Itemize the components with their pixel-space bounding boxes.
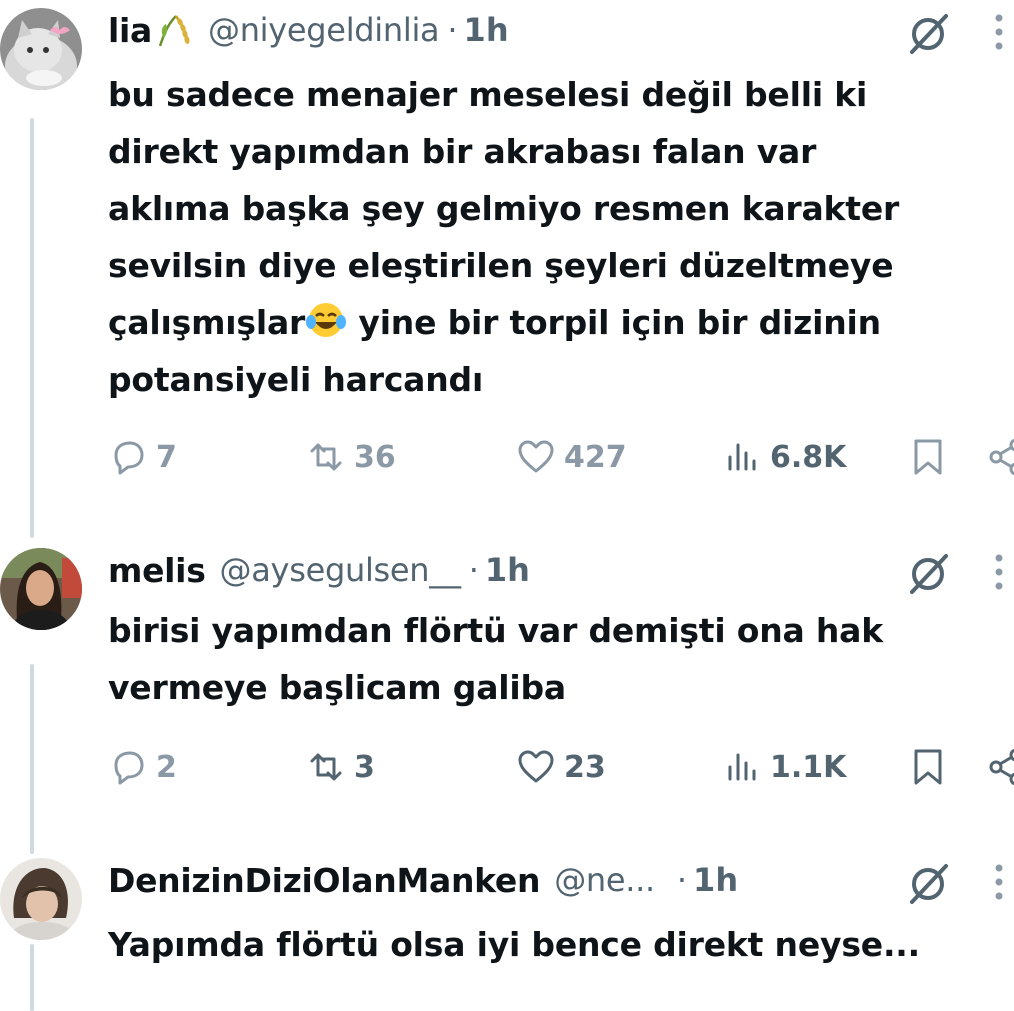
like-count: 427 <box>564 439 627 475</box>
tweet-header: melis @aysegulsen__ · 1h <box>108 548 1014 592</box>
tweet-text: birisi yapımdan flörtü var demişti ona h… <box>108 602 1004 716</box>
tweet-text: bu sadece menajer meselesi değil belli k… <box>108 66 1004 408</box>
view-count: 6.8K <box>770 439 847 475</box>
thread-line <box>30 664 34 854</box>
text-line: sevilsin diye eleştirilen şeyleri düzelt… <box>108 246 894 285</box>
text-line: çalışmışlar yine bir torpil için bir diz… <box>108 294 1004 351</box>
separator-dot: · <box>468 551 479 589</box>
text-segment: yine bir torpil için bir dizinin <box>347 303 881 342</box>
tweet-header: lia @niyegeldinlia · 1h <box>108 8 1014 52</box>
avatar[interactable] <box>0 548 82 630</box>
text-line: bu sadece menajer meselesi değil belli k… <box>108 75 868 114</box>
separator-dot: · <box>447 11 458 49</box>
repost-icon <box>310 443 342 471</box>
timestamp[interactable]: 1h <box>485 551 530 589</box>
person-avatar-image <box>0 858 82 940</box>
bookmark-icon[interactable] <box>908 437 948 477</box>
person-avatar-image <box>0 548 82 630</box>
more-vertical-icon[interactable] <box>984 10 1014 54</box>
tweet-text: Yapımda flörtü olsa iyi bence direkt ney… <box>108 916 1004 973</box>
text-segment: çalışmışlar <box>108 303 306 342</box>
share-icon[interactable] <box>986 747 1014 787</box>
text-line: aklıma başka şey gelmiyo resmen karakter <box>108 189 900 228</box>
tweet-actions: 7 36 427 6.8K <box>108 432 1014 482</box>
views-button[interactable]: 6.8K <box>722 432 846 482</box>
like-button[interactable]: 427 <box>516 432 627 482</box>
thread-line <box>30 118 34 538</box>
cat-avatar-image <box>0 8 82 90</box>
views-icon <box>728 443 756 471</box>
reply-button[interactable]: 7 <box>108 432 177 482</box>
repost-button[interactable]: 36 <box>306 432 396 482</box>
thread-line <box>30 944 34 1011</box>
repost-button[interactable]: 3 <box>306 742 375 792</box>
reply-button[interactable]: 2 <box>108 742 177 792</box>
reply-count: 2 <box>156 749 177 785</box>
more-vertical-icon[interactable] <box>984 860 1014 904</box>
separator-dot: · <box>676 861 688 899</box>
text-line: direkt yapımdan bir akrabası falan var <box>108 132 817 171</box>
reply-count: 7 <box>156 439 177 475</box>
repost-icon <box>310 753 342 781</box>
like-button[interactable]: 23 <box>516 742 606 792</box>
tweet-header: DenizinDiziOlanManken @ne... · 1h <box>108 858 1014 902</box>
display-name[interactable]: melis <box>108 551 206 590</box>
text-line: Yapımda flörtü olsa iyi bence direkt ney… <box>108 925 920 964</box>
heart-icon <box>518 440 554 473</box>
like-count: 23 <box>564 749 606 785</box>
timestamp[interactable]: 1h <box>693 861 738 899</box>
views-icon <box>728 753 756 781</box>
repost-count: 3 <box>354 749 375 785</box>
username-handle[interactable]: @ne... <box>554 861 655 899</box>
view-count: 1.1K <box>770 749 847 785</box>
avatar[interactable] <box>0 858 82 940</box>
text-line: potansiyeli harcandı <box>108 360 484 399</box>
heart-icon <box>518 750 554 783</box>
username-handle[interactable]: @aysegulsen__ <box>220 551 461 589</box>
repost-count: 36 <box>354 439 396 475</box>
reply-icon <box>114 441 144 475</box>
grok-icon[interactable] <box>906 552 950 596</box>
more-vertical-icon[interactable] <box>984 550 1014 594</box>
text-line: birisi yapımdan flörtü var demişti ona h… <box>108 611 883 650</box>
grok-icon[interactable] <box>906 12 950 56</box>
grok-icon[interactable] <box>906 862 950 906</box>
share-icon[interactable] <box>986 437 1014 477</box>
rice-leaf-icon <box>154 12 194 48</box>
timestamp[interactable]: 1h <box>464 11 509 49</box>
reply-icon <box>114 751 144 785</box>
bookmark-icon[interactable] <box>908 747 948 787</box>
tweet-actions: 2 3 23 1.1K <box>108 742 1014 792</box>
username-handle[interactable]: @niyegeldinlia <box>208 11 440 49</box>
tears-of-joy-emoji <box>305 300 347 340</box>
text-line: vermeye başlicam galiba <box>108 668 566 707</box>
avatar[interactable] <box>0 8 82 90</box>
display-name[interactable]: lia <box>108 11 152 50</box>
display-name[interactable]: DenizinDiziOlanManken <box>108 861 540 900</box>
views-button[interactable]: 1.1K <box>722 742 846 792</box>
